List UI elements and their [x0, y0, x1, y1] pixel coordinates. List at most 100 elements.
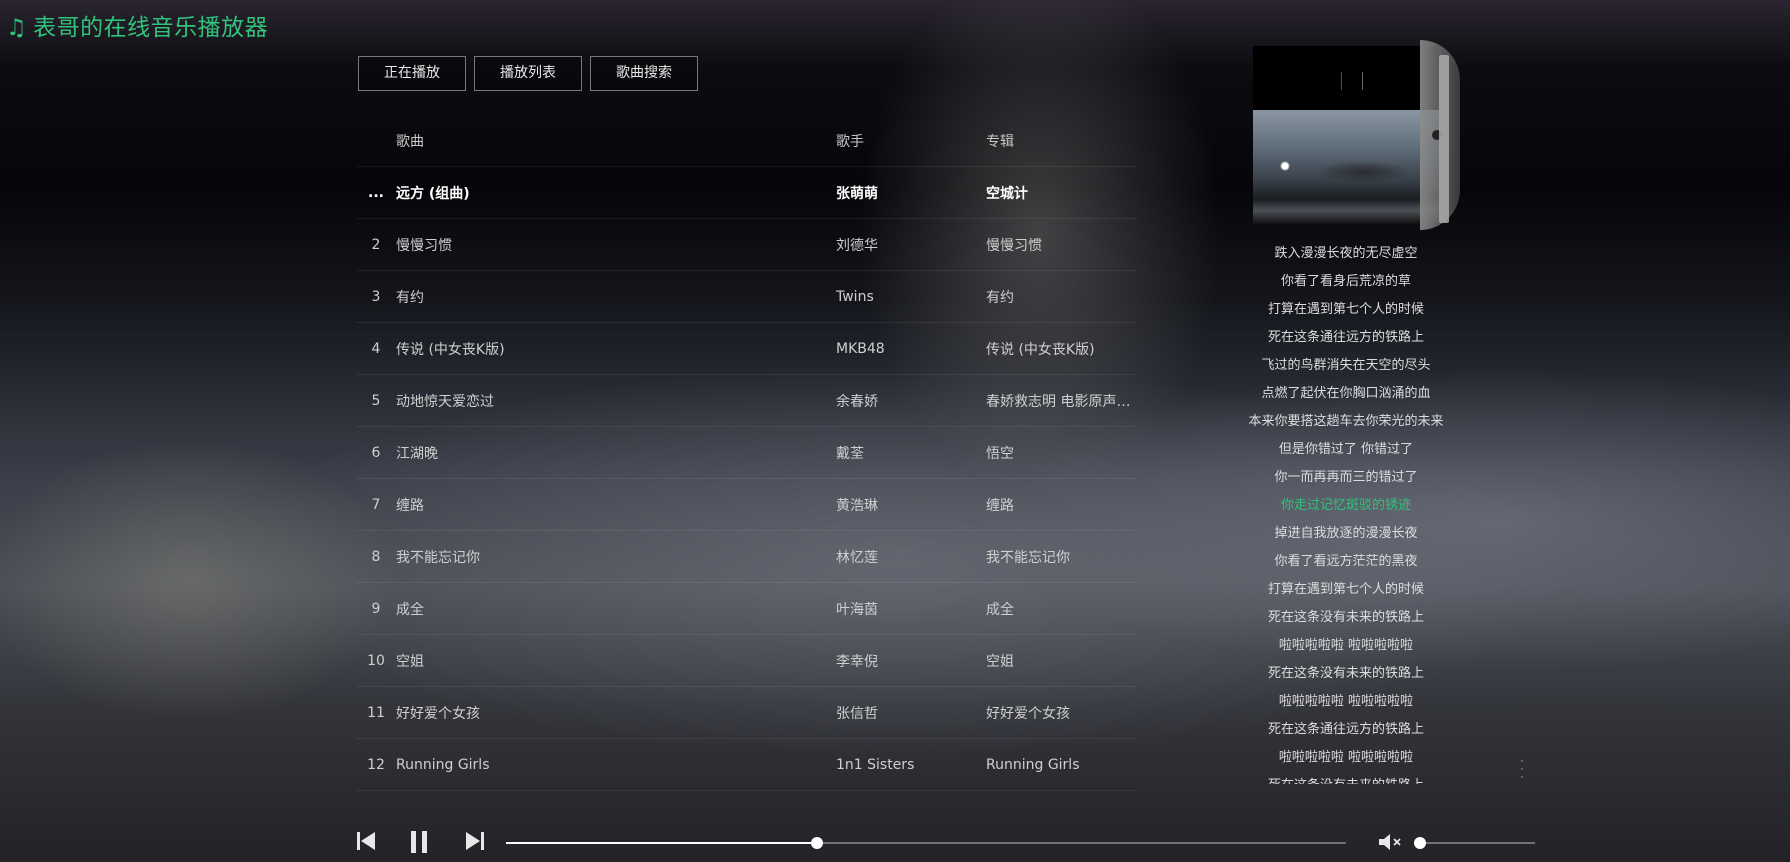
album-cover-title-mark: [1341, 72, 1363, 90]
lyric-line: 死在这条没有未来的铁路上: [1190, 772, 1502, 784]
song-row[interactable]: 4 传说 (中女丧K版) MKB48 传说 (中女丧K版): [356, 323, 1136, 375]
song-row[interactable]: 7 缠路 黄浩琳 缠路: [356, 479, 1136, 531]
volume-slider[interactable]: [1413, 837, 1535, 849]
song-album: 慢慢习惯: [986, 237, 1042, 254]
tab-playlist[interactable]: 播放列表: [474, 56, 582, 91]
song-row[interactable]: 12 Running Girls 1n1 Sisters Running Girls: [356, 739, 1136, 791]
lyric-line: 飞过的鸟群消失在天空的尽头: [1261, 358, 1431, 373]
app-title: ♫ 表哥的在线音乐播放器: [6, 8, 268, 42]
song-album: 传说 (中女丧K版): [986, 341, 1095, 358]
vinyl-edge: [1439, 55, 1449, 223]
song-artist: 林忆莲: [836, 549, 878, 566]
header-artist: 歌手: [836, 133, 864, 150]
song-artist: 刘德华: [836, 237, 878, 254]
header-song: 歌曲: [396, 133, 424, 150]
song-name: 江湖晚: [396, 445, 438, 462]
progress-handle[interactable]: [810, 837, 823, 849]
lyric-line: 啦啦啦啦啦 啦啦啦啦啦: [1278, 694, 1414, 709]
song-row[interactable]: 5 动地惊天爱恋过 余春娇 春娇救志明 电影原声大..: [356, 375, 1136, 427]
song-number: 9: [371, 600, 381, 617]
song-album: 有约: [986, 289, 1014, 306]
lyric-line: 死在这条没有未来的铁路上: [1267, 610, 1424, 625]
song-name: 有约: [396, 289, 424, 306]
song-number: 7: [371, 496, 381, 513]
progress-fill: [506, 842, 817, 844]
song-album: 空姐: [986, 653, 1014, 670]
volume-muted-icon[interactable]: [1378, 832, 1406, 852]
lyric-line-active: 你走过记忆斑驳的锈迹: [1280, 498, 1411, 513]
song-album: 悟空: [986, 445, 1014, 462]
song-album: Running Girls: [986, 756, 1080, 773]
progress-bar[interactable]: [506, 837, 1346, 849]
song-name: 缠路: [396, 497, 424, 514]
song-row[interactable]: ... 远方 (组曲) 张萌萌 空城计: [356, 167, 1136, 219]
song-number: 4: [371, 340, 381, 357]
song-album: 空城计: [986, 185, 1028, 202]
lyric-line: 但是你错过了 你错过了: [1278, 442, 1414, 457]
lyric-line: 死在这条没有未来的铁路上: [1267, 666, 1424, 681]
song-number: 6: [371, 444, 381, 461]
song-artist: 张信哲: [836, 705, 878, 722]
album-cover: [1253, 46, 1439, 224]
lyric-line: 你看了看远方茫茫的黑夜: [1274, 554, 1418, 569]
header-album: 专辑: [986, 133, 1014, 150]
lyric-line: 死在这条通往远方的铁路上: [1267, 330, 1424, 345]
song-artist: 戴荃: [836, 445, 864, 462]
song-number: 3: [371, 288, 381, 305]
song-row[interactable]: 9 成全 叶海茵 成全: [356, 583, 1136, 635]
song-row[interactable]: 8 我不能忘记你 林忆莲 我不能忘记你: [356, 531, 1136, 583]
song-artist: MKB48: [836, 340, 885, 357]
song-album: 成全: [986, 601, 1014, 618]
song-name: 好好爱个女孩: [396, 705, 480, 722]
song-row[interactable]: 3 有约 Twins 有约: [356, 271, 1136, 323]
song-album: 春娇救志明 电影原声大..: [986, 393, 1136, 410]
lyric-line: 你一而再再而三的错过了: [1274, 470, 1418, 485]
song-artist: Twins: [836, 288, 874, 305]
lyric-line: 你看了看身后荒凉的草: [1280, 274, 1411, 289]
lyric-line: 掉进自我放逐的漫漫长夜: [1274, 526, 1418, 541]
song-artist: 李幸倪: [836, 653, 878, 670]
next-icon[interactable]: [465, 830, 485, 852]
more-options-icon[interactable]: · · ·: [1512, 755, 1532, 785]
lyric-line: 死在这条通往远方的铁路上: [1267, 722, 1424, 737]
lyric-line: 啦啦啦啦啦 啦啦啦啦啦: [1278, 750, 1414, 765]
song-artist: 叶海茵: [836, 601, 878, 618]
tab-song-search[interactable]: 歌曲搜索: [590, 56, 698, 91]
song-list-header: 歌曲 歌手 专辑: [356, 115, 1136, 167]
song-name: Running Girls: [396, 756, 490, 773]
song-name: 慢慢习惯: [396, 237, 452, 254]
song-row[interactable]: 2 慢慢习惯 刘德华 慢慢习惯: [356, 219, 1136, 271]
song-row[interactable]: 11 好好爱个女孩 张信哲 好好爱个女孩: [356, 687, 1136, 739]
song-row[interactable]: 10 空姐 李幸倪 空姐: [356, 635, 1136, 687]
song-number: 11: [367, 704, 385, 721]
app-title-text: 表哥的在线音乐播放器: [33, 15, 269, 41]
playing-indicator-icon: ...: [368, 184, 384, 201]
tab-now-playing[interactable]: 正在播放: [358, 56, 466, 91]
volume-handle[interactable]: [1413, 837, 1426, 849]
song-name: 远方 (组曲): [396, 185, 470, 202]
song-artist: 张萌萌: [836, 185, 878, 202]
previous-icon[interactable]: [356, 830, 376, 852]
lyrics-panel[interactable]: 跌入漫漫长夜的无尽虚空 你看了看身后荒凉的草 打算在遇到第七个人的时候 死在这条通往远…: [1190, 240, 1502, 784]
song-name: 我不能忘记你: [396, 549, 480, 566]
song-album: 好好爱个女孩: [986, 705, 1070, 722]
song-name: 传说 (中女丧K版): [396, 341, 505, 358]
lyric-line: 打算在遇到第七个人的时候: [1267, 302, 1424, 317]
song-name: 空姐: [396, 653, 424, 670]
song-artist: 1n1 Sisters: [836, 756, 915, 773]
lyric-line: 点燃了起伏在你胸口汹涌的血: [1261, 386, 1431, 401]
song-artist: 余春娇: [836, 393, 878, 410]
player-bar: [0, 820, 1790, 862]
song-row[interactable]: 6 江湖晚 戴荃 悟空: [356, 427, 1136, 479]
song-name: 动地惊天爱恋过: [396, 393, 494, 410]
song-album: 缠路: [986, 497, 1014, 514]
song-list: 歌曲 歌手 专辑 ... 远方 (组曲) 张萌萌 空城计 2 慢慢习惯 刘德华 慢慢习惯 3 有约…: [356, 115, 1136, 791]
lyric-line: 啦啦啦啦啦 啦啦啦啦啦: [1278, 638, 1414, 653]
song-artist: 黄浩琳: [836, 497, 878, 514]
music-note-icon: ♫: [6, 15, 28, 41]
lyric-line: 打算在遇到第七个人的时候: [1267, 582, 1424, 597]
song-number: 8: [371, 548, 381, 565]
song-number: 10: [367, 652, 385, 669]
album-cover-image: [1253, 110, 1439, 224]
pause-icon[interactable]: [408, 830, 430, 854]
